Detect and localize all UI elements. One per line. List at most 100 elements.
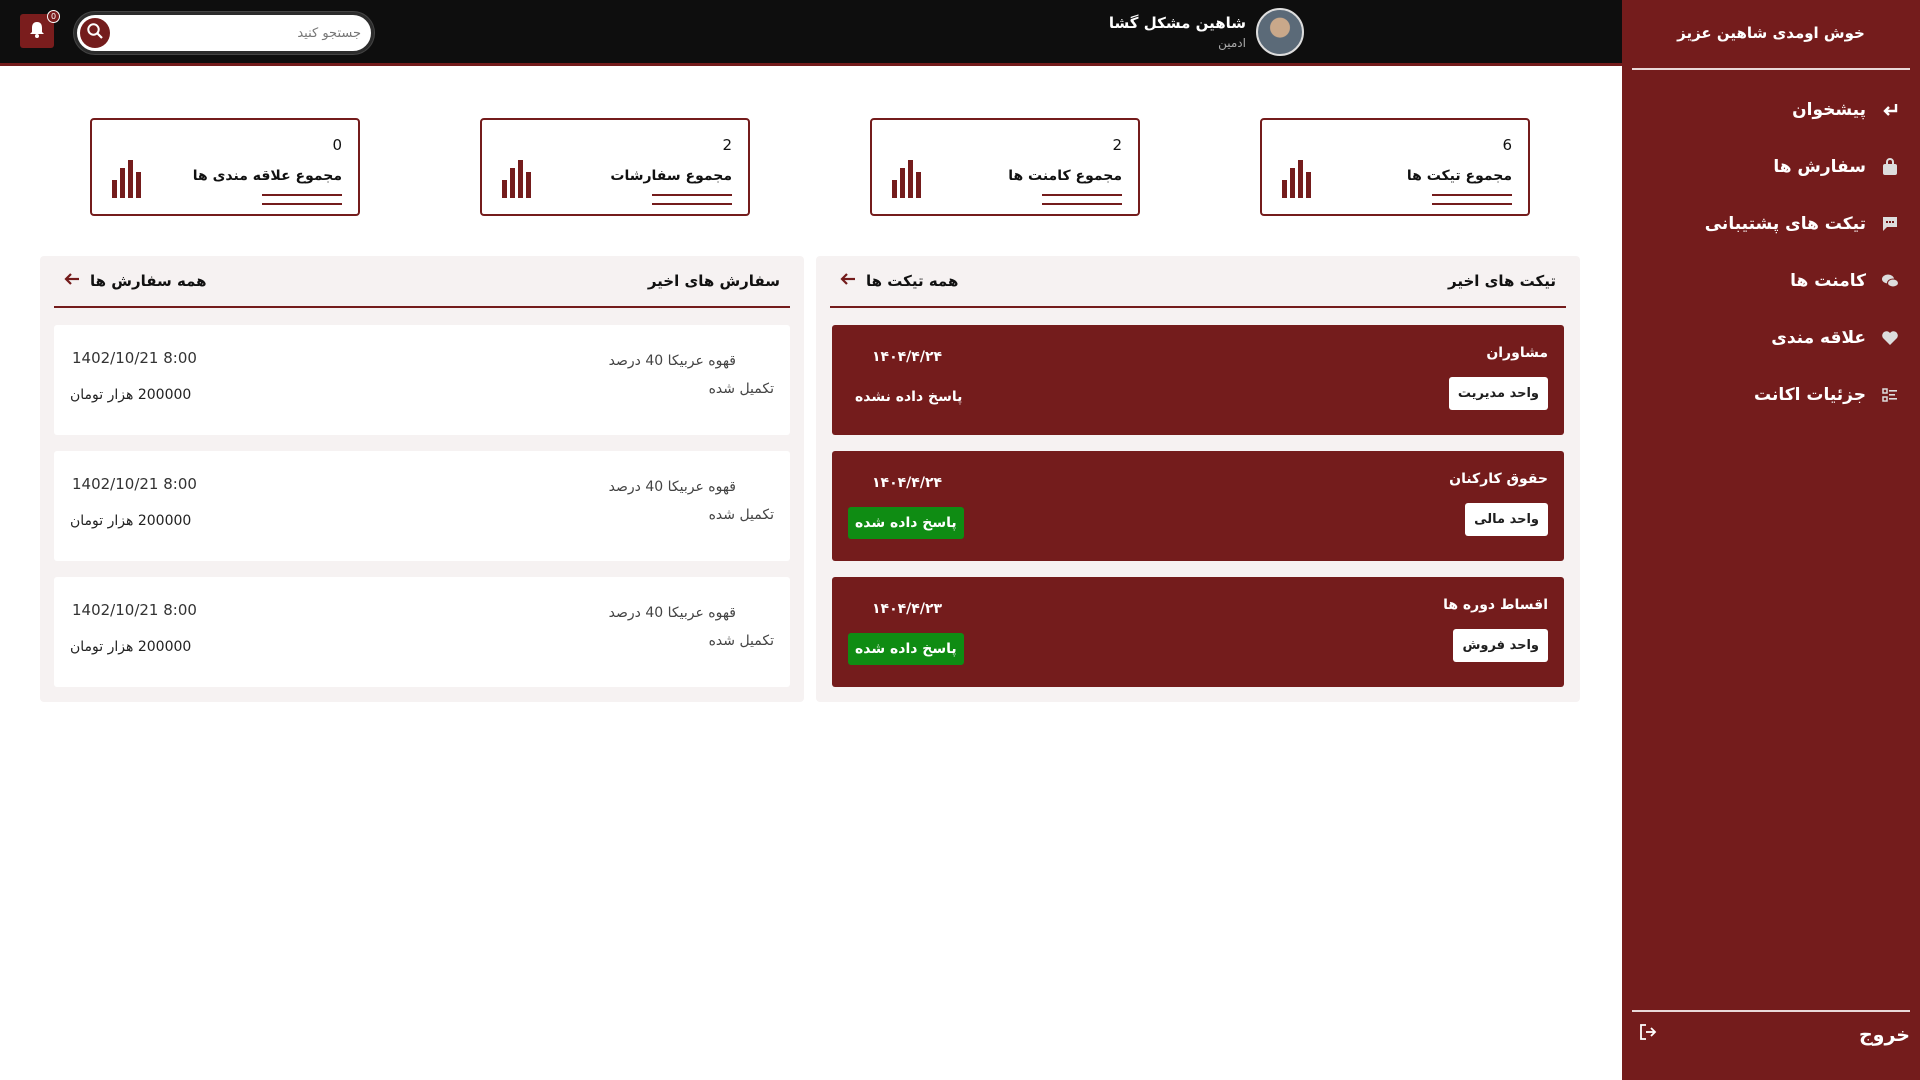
- stat-card-comments[interactable]: 2 مجموع کامنت ها: [870, 118, 1140, 216]
- return-arrow-icon: [1880, 100, 1900, 120]
- order-date: 1402/10/21 8:00: [72, 601, 197, 619]
- logout-label: خروج: [1858, 1023, 1910, 1046]
- avatar: [1256, 8, 1304, 56]
- heart-icon: [1880, 328, 1900, 348]
- ticket-department: واحد مدیریت: [1448, 377, 1548, 410]
- list-details-icon: [1880, 385, 1900, 405]
- sidebar-item-label: علاقه مندی: [1771, 328, 1866, 348]
- bar-chart-icon: [892, 160, 921, 198]
- stat-label: مجموع سفارشات: [610, 168, 732, 184]
- order-date: 1402/10/21 8:00: [72, 475, 197, 493]
- bar-chart-icon: [1282, 160, 1311, 198]
- stat-underline: [262, 203, 342, 205]
- order-status: تکمیل شده: [708, 381, 774, 397]
- sidebar-item-label: تیکت های پشتیبانی: [1704, 214, 1866, 234]
- stat-underline: [652, 194, 732, 196]
- order-status: تکمیل شده: [708, 633, 774, 649]
- sidebar-item-label: جزئیات اکانت: [1753, 385, 1866, 405]
- arrow-left-icon: [840, 272, 856, 290]
- stat-card-orders[interactable]: 2 مجموع سفارشات: [480, 118, 750, 216]
- stat-count: 2: [1112, 136, 1122, 154]
- ticket-department: واحد مالی: [1465, 503, 1548, 536]
- sidebar-item-favorites[interactable]: علاقه مندی: [1771, 328, 1900, 348]
- logout-icon: [1638, 1022, 1658, 1047]
- ticket-date: ۱۴۰۴/۴/۲۳: [872, 601, 943, 617]
- message-icon: [1880, 214, 1900, 234]
- arrow-left-icon: [64, 272, 80, 290]
- recent-orders-panel: سفارش های اخیر همه سفارش ها قهوه عربیکا …: [40, 256, 804, 702]
- welcome-text: خوش اومدی شاهین عزیز: [1677, 24, 1865, 42]
- logout-button[interactable]: خروج: [1638, 1022, 1910, 1047]
- stat-count: 6: [1502, 136, 1512, 154]
- search-button[interactable]: [80, 18, 110, 48]
- all-tickets-link[interactable]: همه تیکت ها: [840, 272, 958, 290]
- stat-underline: [1042, 203, 1122, 205]
- ticket-title: اقساط دوره ها: [1443, 597, 1548, 613]
- order-price: 200000 هزار تومان: [70, 639, 192, 655]
- sidebar-item-label: کامنت ها: [1790, 271, 1866, 291]
- sidebar-item-label: سفارش ها: [1773, 157, 1866, 177]
- user-profile[interactable]: شاهین مشکل گشا ادمین: [1109, 8, 1304, 56]
- stat-card-favorites[interactable]: 0 مجموع علاقه مندی ها: [90, 118, 360, 216]
- search-bar: [74, 12, 374, 54]
- stat-underline: [1432, 194, 1512, 196]
- search-input[interactable]: [121, 21, 361, 45]
- order-product: قهوه عربیکا 40 درصد: [608, 479, 736, 495]
- ticket-status: پاسخ داده شده: [848, 633, 964, 665]
- stat-underline: [262, 194, 342, 196]
- sidebar-item-label: پیشخوان: [1792, 100, 1866, 120]
- ticket-title: مشاوران: [1486, 345, 1548, 361]
- link-label: همه سفارش ها: [90, 272, 207, 290]
- bell-icon: [28, 20, 46, 42]
- stat-label: مجموع علاقه مندی ها: [192, 168, 342, 184]
- link-label: همه تیکت ها: [866, 272, 959, 290]
- sidebar: خوش اومدی شاهین عزیز پیشخوان سفارش ها تی…: [1622, 0, 1920, 1080]
- order-card[interactable]: قهوه عربیکا 40 درصد تکمیل شده 1402/10/21…: [54, 325, 790, 435]
- stat-label: مجموع کامنت ها: [1008, 168, 1122, 184]
- order-card[interactable]: قهوه عربیکا 40 درصد تکمیل شده 1402/10/21…: [54, 577, 790, 687]
- order-price: 200000 هزار تومان: [70, 513, 192, 529]
- order-status: تکمیل شده: [708, 507, 774, 523]
- order-product: قهوه عربیکا 40 درصد: [608, 605, 736, 621]
- comments-icon: [1880, 271, 1900, 291]
- bar-chart-icon: [502, 160, 531, 198]
- ticket-card[interactable]: مشاوران واحد مدیریت ۱۴۰۴/۴/۲۴ پاسخ داده …: [832, 325, 1564, 435]
- sidebar-item-dashboard[interactable]: پیشخوان: [1792, 100, 1900, 120]
- stat-card-tickets[interactable]: 6 مجموع تیکت ها: [1260, 118, 1530, 216]
- ticket-department: واحد فروش: [1453, 629, 1548, 662]
- panel-header: تیکت های اخیر همه تیکت ها: [830, 256, 1566, 308]
- panel-title: سفارش های اخیر: [647, 272, 780, 290]
- stat-label: مجموع تیکت ها: [1406, 168, 1512, 184]
- sidebar-bottom-divider: [1632, 1010, 1910, 1012]
- bar-chart-icon: [112, 160, 141, 198]
- order-date: 1402/10/21 8:00: [72, 349, 197, 367]
- stat-count: 0: [332, 136, 342, 154]
- search-icon: [86, 22, 104, 44]
- order-price: 200000 هزار تومان: [70, 387, 192, 403]
- sidebar-divider: [1632, 68, 1910, 70]
- sidebar-item-account-details[interactable]: جزئیات اکانت: [1754, 385, 1900, 405]
- shopping-bag-icon: [1880, 157, 1900, 177]
- order-product: قهوه عربیکا 40 درصد: [608, 353, 736, 369]
- notification-badge: 0: [47, 10, 60, 23]
- sidebar-item-tickets[interactable]: تیکت های پشتیبانی: [1705, 214, 1900, 234]
- stat-underline: [1042, 194, 1122, 196]
- ticket-title: حقوق کارکنان: [1449, 471, 1548, 487]
- panel-header: سفارش های اخیر همه سفارش ها: [54, 256, 790, 308]
- ticket-status: پاسخ داده نشده: [855, 389, 963, 405]
- order-card[interactable]: قهوه عربیکا 40 درصد تکمیل شده 1402/10/21…: [54, 451, 790, 561]
- ticket-card[interactable]: اقساط دوره ها واحد فروش ۱۴۰۴/۴/۲۳ پاسخ د…: [832, 577, 1564, 687]
- profile-role: ادمین: [1218, 36, 1246, 50]
- profile-name: شاهین مشکل گشا: [1108, 14, 1246, 32]
- top-bar: 0 شاهین مشکل گشا ادمین: [0, 0, 1622, 66]
- ticket-card[interactable]: حقوق کارکنان واحد مالی ۱۴۰۴/۴/۲۴ پاسخ دا…: [832, 451, 1564, 561]
- panel-title: تیکت های اخیر: [1448, 272, 1556, 290]
- all-orders-link[interactable]: همه سفارش ها: [64, 272, 207, 290]
- recent-tickets-panel: تیکت های اخیر همه تیکت ها مشاوران واحد م…: [816, 256, 1580, 702]
- stat-underline: [652, 203, 732, 205]
- sidebar-item-comments[interactable]: کامنت ها: [1790, 271, 1900, 291]
- ticket-date: ۱۴۰۴/۴/۲۴: [872, 475, 943, 491]
- stat-underline: [1432, 203, 1512, 205]
- sidebar-item-orders[interactable]: سفارش ها: [1773, 157, 1900, 177]
- ticket-status: پاسخ داده شده: [848, 507, 964, 539]
